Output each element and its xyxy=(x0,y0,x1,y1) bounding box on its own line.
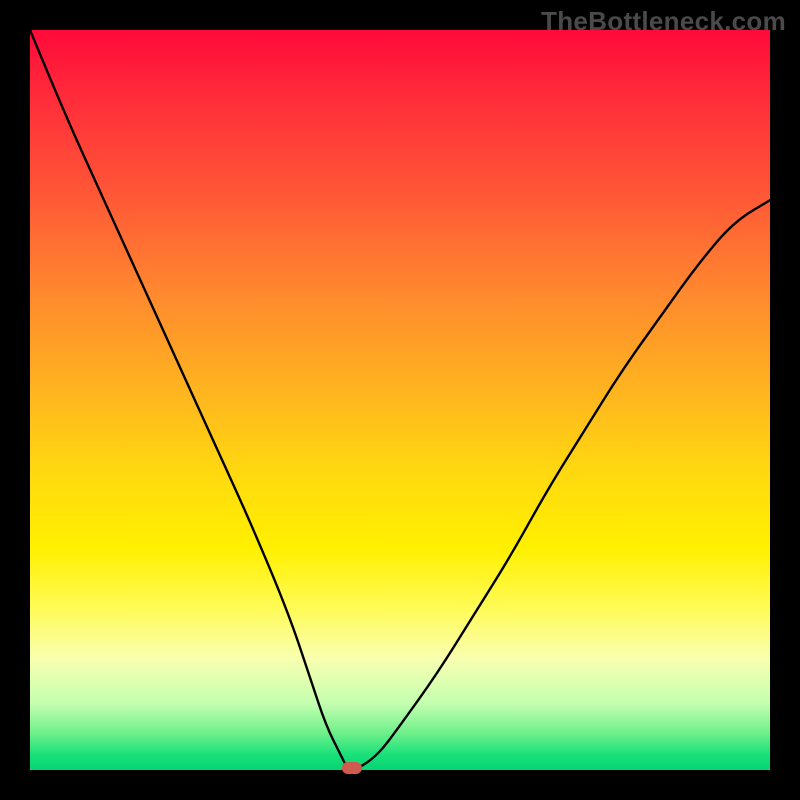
optimal-marker xyxy=(342,762,362,774)
plot-svg xyxy=(30,30,770,770)
chart-frame: TheBottleneck.com xyxy=(0,0,800,800)
plot-area xyxy=(30,30,770,770)
bottleneck-curve xyxy=(30,30,770,770)
